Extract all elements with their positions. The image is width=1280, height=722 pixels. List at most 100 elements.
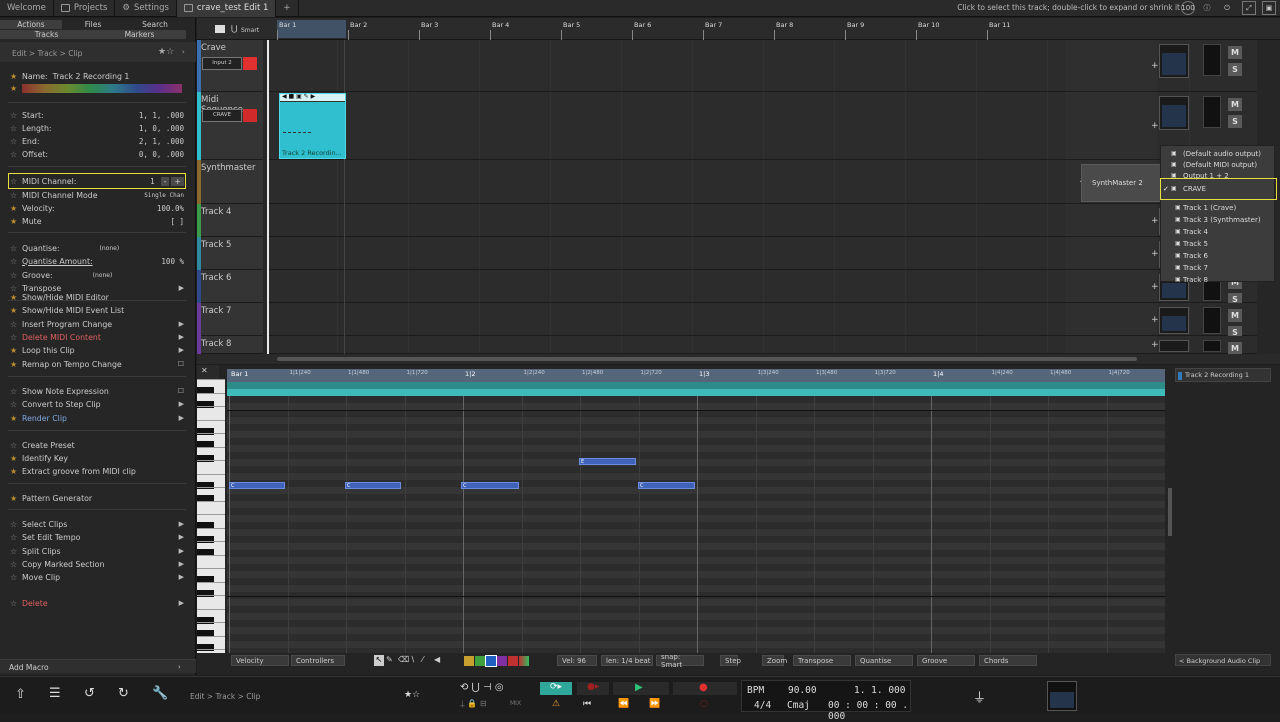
track-plugin-area[interactable] [1065, 270, 1157, 303]
channel-mode-value[interactable]: Single Chan [144, 192, 184, 199]
track-header[interactable]: Synthmaster [197, 160, 263, 204]
action-item[interactable]: ☆ Set Edit Tempo ▶ [10, 531, 184, 543]
velocity-value[interactable]: 100.0% [157, 204, 184, 213]
record-arm-button[interactable] [243, 109, 257, 122]
star-icon[interactable]: ★ [10, 346, 22, 355]
tab-settings[interactable]: ⚙ Settings [115, 0, 177, 17]
star-icon[interactable]: ☆ [10, 441, 22, 450]
track-header[interactable]: Crave Input 2 [197, 40, 263, 92]
action-item[interactable]: ★ Render Clip ▶ [10, 412, 184, 424]
action-item[interactable]: ★ Pattern Generator [10, 492, 184, 504]
track-plugin-area[interactable] [1065, 92, 1157, 160]
playhead[interactable] [267, 40, 269, 354]
midi-note[interactable]: C [229, 482, 285, 489]
loop-toggle-button[interactable]: ⟳▸ [540, 682, 572, 695]
star-icon[interactable]: ☆ [10, 400, 22, 409]
mute-button[interactable]: M [1228, 46, 1242, 59]
note-grid[interactable]: C C C E C [227, 396, 1165, 653]
star-icon[interactable]: ☆ [10, 560, 22, 569]
record-arm-button[interactable] [243, 57, 257, 70]
star-icon[interactable]: ☆ [10, 387, 22, 396]
bar-label[interactable]: Bar 5 [563, 21, 580, 29]
track-plugin-area[interactable] [1065, 40, 1157, 92]
action-item[interactable]: ★ Show/Hide MIDI Event List [10, 304, 184, 316]
rewind-icon[interactable]: ⏪ [618, 699, 629, 709]
eraser-icon[interactable]: ⌫ [398, 655, 409, 666]
dropdown-item[interactable]: Track 1 (Crave) [1183, 204, 1236, 212]
star-icon[interactable]: ★ [10, 414, 22, 423]
action-item[interactable]: ☆ Create Preset [10, 439, 184, 451]
midi-note[interactable]: C [345, 482, 401, 489]
roll-ruler-label[interactable]: 1|4|240 [992, 370, 1013, 376]
dropdown-item[interactable]: Track 4 [1183, 228, 1208, 236]
snap-button[interactable]: snap: Smart [656, 653, 704, 669]
track-header[interactable]: Track 6 [197, 270, 263, 303]
add-plugin-icon[interactable]: + [1151, 340, 1159, 350]
magnet-icon[interactable]: ⋃ [231, 24, 238, 33]
action-item[interactable]: ★ Extract groove from MIDI clip [10, 465, 184, 477]
horizontal-scrollbar[interactable] [197, 354, 1280, 364]
tab-tracks[interactable]: Tracks [0, 30, 93, 39]
track-name[interactable]: Track 7 [201, 306, 231, 316]
tab-search[interactable]: Search [124, 20, 186, 29]
star-icon[interactable]: ☆ [10, 271, 22, 280]
fast-forward-icon[interactable]: ⏩ [649, 699, 660, 709]
star-icon[interactable]: ★ [10, 217, 22, 226]
undo-icon[interactable]: ↺ [84, 686, 95, 701]
view-toggle-icon[interactable] [215, 25, 225, 33]
play-button[interactable]: ▶ [613, 682, 669, 695]
length-value[interactable]: 1, 0, .000 [139, 124, 184, 133]
dropdown-item[interactable]: Track 3 (Synthmaster) [1183, 216, 1261, 224]
roll-ruler-label[interactable]: 1|4|480 [1050, 370, 1071, 376]
step-button[interactable]: Step [720, 655, 741, 666]
position-value[interactable]: 1. 1. 000 [854, 685, 905, 696]
track-name[interactable]: Synthmaster [201, 163, 256, 173]
velocity-value-button[interactable]: Vel: 96 [557, 655, 597, 666]
roll-ruler-label[interactable]: 1|1|240 [290, 370, 311, 376]
track-input-select[interactable]: CRAVE [202, 109, 242, 122]
record-arm-button[interactable]: ●▸ [577, 682, 609, 695]
roll-ruler-label[interactable]: 1|3 [699, 370, 709, 378]
track-header[interactable]: Track 4 [197, 204, 263, 237]
mute-button[interactable]: M [1228, 98, 1242, 111]
pointer-icon[interactable]: ↖ [374, 655, 384, 666]
smart-label[interactable]: Smart [241, 27, 259, 34]
groove-button[interactable]: Groove [917, 655, 975, 666]
track-name[interactable]: Track 4 [201, 207, 231, 217]
track-input-select[interactable]: Input 2 [202, 57, 242, 70]
action-item[interactable]: ★ Identify Key [10, 452, 184, 464]
bar-label[interactable]: Bar 11 [989, 21, 1010, 29]
bar-label[interactable]: Bar 1 [279, 21, 296, 29]
loop-icon[interactable]: ⟲ ⋃ ⊣ ◎ [460, 682, 504, 693]
clip-name-row[interactable]: ★ Name: Track 2 Recording 1 [10, 70, 184, 82]
dropdown-item[interactable]: Track 8 [1183, 276, 1208, 284]
action-item[interactable]: ☆ Copy Marked Section ▶ [10, 558, 184, 570]
track-name[interactable]: Track 8 [201, 339, 231, 349]
rewind-start-icon[interactable]: ⏮ [583, 699, 591, 709]
star-icon[interactable]: ☆ [10, 111, 22, 120]
track-header[interactable]: Track 5 [197, 237, 263, 270]
roll-ruler-label[interactable]: 1|3|240 [758, 370, 779, 376]
track-plugin-area[interactable] [1065, 303, 1157, 336]
checkbox-icon[interactable]: ☐ [178, 387, 184, 395]
action-item[interactable]: ☆ Move Clip ▶ [10, 571, 184, 583]
line-icon[interactable]: ∖ [410, 655, 420, 666]
bar-label[interactable]: Bar 7 [705, 21, 722, 29]
star-icon[interactable]: ☆ [10, 320, 22, 329]
roll-ruler-label[interactable]: 1|3|480 [816, 370, 837, 376]
track-header[interactable]: Track 8 [197, 336, 263, 354]
track-header[interactable]: Track 7 [197, 303, 263, 336]
bar-label[interactable]: Bar 4 [492, 21, 509, 29]
action-item[interactable]: ★ Remap on Tempo Change ☐ [10, 358, 184, 370]
action-item[interactable]: ☆ Split Clips ▶ [10, 545, 184, 557]
star-icon[interactable]: ☆ [10, 547, 22, 556]
tab-welcome[interactable]: Welcome [0, 0, 54, 17]
start-value[interactable]: 1, 1, .000 [139, 111, 184, 120]
swatch[interactable] [508, 656, 518, 666]
master-meter[interactable] [1047, 681, 1077, 711]
swatch[interactable] [497, 656, 507, 666]
brush-icon[interactable]: ⁄ [422, 655, 432, 666]
expand-icon[interactable]: ⤢ [1242, 1, 1256, 15]
track-name[interactable]: Track 5 [201, 240, 231, 250]
midi-note[interactable]: E [579, 458, 636, 465]
